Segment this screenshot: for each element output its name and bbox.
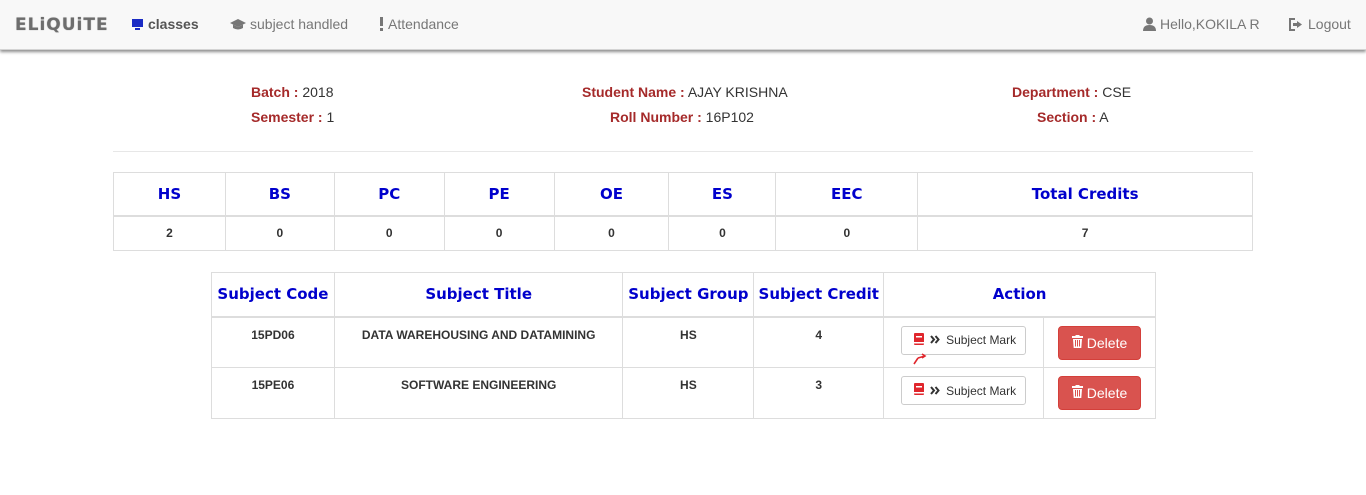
section-row: Section : A: [1012, 105, 1131, 130]
student-name-label: Student Name :: [582, 84, 685, 100]
department-row: Department : CSE: [1012, 80, 1131, 105]
delete-cell: Delete: [1043, 316, 1156, 368]
table-row: 15PD06 DATA WAREHOUSING AND DATAMINING H…: [211, 316, 1156, 368]
subject-title: DATA WAREHOUSING AND DATAMINING: [333, 316, 624, 368]
header-eec: EEC: [775, 172, 919, 217]
roll-number-label: Roll Number :: [610, 109, 702, 125]
credit-bs: 0: [224, 215, 335, 251]
header-pc: PC: [333, 172, 445, 217]
subject-group: HS: [622, 367, 755, 419]
brand-logo[interactable]: ELiQUiTE: [15, 15, 109, 35]
header-pe: PE: [443, 172, 555, 217]
subject-mark-cell: Subject Mark: [883, 316, 1045, 368]
credit-oe: 0: [553, 215, 670, 251]
department-label: Department :: [1012, 84, 1099, 100]
credits-value-row: 2 0 0 0 0 0 0 7: [113, 215, 1253, 251]
user-greeting[interactable]: Hello,KOKILA R: [1143, 16, 1260, 32]
header-es: ES: [668, 172, 777, 217]
batch-label: Batch :: [251, 84, 299, 100]
delete-label: Delete: [1086, 385, 1128, 401]
header-subject-credit: Subject Credit: [753, 272, 885, 318]
semester-label: Semester :: [251, 109, 323, 125]
nav-classes[interactable]: classes: [131, 16, 199, 32]
nav-classes-label: classes: [148, 16, 199, 32]
credits-table: HS BS PC PE OE ES EEC Total Credits 2 0 …: [113, 172, 1253, 251]
credit-hs: 2: [113, 215, 226, 251]
subject-mark-label: Subject Mark: [946, 333, 1017, 347]
credit-pe: 0: [443, 215, 555, 251]
top-navbar: ELiQUiTE classes subject handled Attenda…: [0, 0, 1366, 50]
subject-title: SOFTWARE ENGINEERING: [333, 367, 624, 419]
logout-link[interactable]: Logout: [1289, 16, 1351, 32]
double-chevron-right-icon: [930, 333, 940, 347]
student-name-row: Student Name : AJAY KRISHNA: [582, 80, 792, 105]
subject-mark-button[interactable]: Subject Mark: [901, 376, 1027, 405]
batch-row: Batch : 2018: [251, 80, 334, 105]
graduation-cap-icon: [230, 18, 246, 31]
semester-row: Semester : 1: [251, 105, 334, 130]
subject-code: 15PE06: [211, 367, 335, 419]
batch-value: 2018: [302, 84, 334, 100]
department-info: Department : CSE Section : A: [1012, 80, 1131, 130]
subjects-table: Subject Code Subject Title Subject Group…: [211, 272, 1156, 419]
header-oe: OE: [553, 172, 670, 217]
student-name-value: AJAY KRISHNA: [687, 84, 788, 100]
nav-subject-handled-label: subject handled: [250, 16, 349, 32]
credit-es: 0: [668, 215, 777, 251]
header-hs: HS: [113, 172, 226, 217]
user-greeting-label: Hello,KOKILA R: [1160, 16, 1260, 32]
double-chevron-right-icon: [930, 384, 940, 398]
header-action: Action: [883, 272, 1156, 318]
semester-value: 1: [326, 109, 335, 125]
logout-icon: [1289, 17, 1304, 31]
header-subject-code: Subject Code: [211, 272, 335, 318]
book-icon: [914, 383, 925, 398]
user-icon: [1143, 17, 1156, 31]
header-subject-title: Subject Title: [333, 272, 624, 318]
subject-group: HS: [622, 316, 755, 368]
delete-button[interactable]: Delete: [1057, 376, 1142, 410]
department-value: CSE: [1102, 84, 1132, 100]
subject-credit: 3: [753, 367, 885, 419]
header-subject-group: Subject Group: [622, 272, 755, 318]
delete-cell: Delete: [1043, 367, 1156, 419]
annotation-arrow-icon: [912, 350, 928, 371]
header-bs: BS: [224, 172, 335, 217]
delete-button[interactable]: Delete: [1057, 325, 1142, 360]
roll-number-value: 16P102: [705, 109, 754, 125]
roll-number-row: Roll Number : 16P102: [582, 105, 792, 130]
section-value: A: [1099, 109, 1109, 125]
section-label: Section :: [1037, 109, 1097, 125]
nav-attendance[interactable]: Attendance: [379, 16, 459, 32]
subject-mark-cell: Subject Mark: [883, 367, 1045, 419]
delete-label: Delete: [1086, 334, 1128, 351]
nav-subject-handled[interactable]: subject handled: [230, 16, 348, 32]
credit-pc: 0: [333, 215, 445, 251]
credit-eec: 0: [775, 215, 919, 251]
student-info: Student Name : AJAY KRISHNA Roll Number …: [582, 80, 792, 130]
logout-label: Logout: [1308, 16, 1351, 32]
book-icon: [914, 332, 925, 348]
table-row: 15PE06 SOFTWARE ENGINEERING HS 3 Subject…: [211, 367, 1156, 419]
subject-mark-label: Subject Mark: [946, 383, 1017, 398]
trash-icon: [1071, 385, 1083, 401]
trash-icon: [1071, 334, 1083, 351]
desktop-icon: [131, 18, 144, 31]
subject-code: 15PD06: [211, 316, 335, 368]
subject-credit: 4: [753, 316, 885, 368]
header-total-credits: Total Credits: [917, 172, 1253, 217]
exclamation-icon: [379, 17, 384, 31]
subjects-header-row: Subject Code Subject Title Subject Group…: [211, 272, 1156, 318]
divider: [113, 151, 1253, 152]
credits-header-row: HS BS PC PE OE ES EEC Total Credits: [113, 172, 1253, 217]
credit-total: 7: [917, 215, 1253, 251]
nav-attendance-label: Attendance: [388, 16, 459, 32]
batch-info: Batch : 2018 Semester : 1: [251, 80, 334, 130]
